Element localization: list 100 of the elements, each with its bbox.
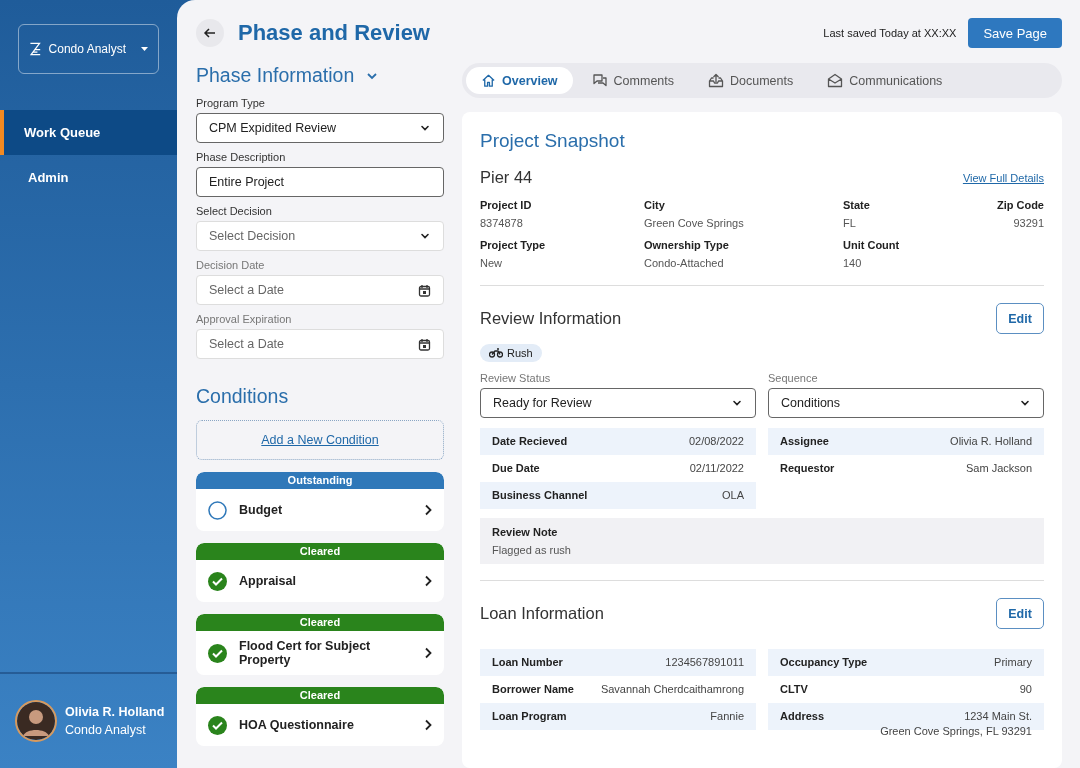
dropdown[interactable]: Conditions xyxy=(768,388,1044,418)
nav-item[interactable]: Admin xyxy=(0,155,177,200)
detail-value: Primary xyxy=(994,655,1032,670)
condition-card[interactable]: Cleared HOA Questionnaire xyxy=(196,687,444,746)
last-saved-text: Last saved Today at XX:XX xyxy=(823,27,957,39)
detail-value: Olivia R. Holland xyxy=(950,434,1032,449)
back-button[interactable] xyxy=(196,19,224,47)
fact-value: Condo-Attached xyxy=(644,257,725,269)
detail-label: Due Date xyxy=(492,461,540,476)
field-label: Sequence xyxy=(768,372,819,384)
dropdown[interactable]: Select Decision xyxy=(196,221,444,251)
user-name: Olivia R. Holland xyxy=(65,705,165,719)
fact-value: 140 xyxy=(843,257,863,269)
dropdown[interactable]: CPM Expidited Review xyxy=(196,113,444,143)
edit-button[interactable]: Edit xyxy=(996,598,1044,629)
detail-value: 90 xyxy=(1019,682,1032,697)
detail-label: CLTV xyxy=(780,682,808,697)
note-text: Flagged as rush xyxy=(492,544,572,556)
field-label: Program Type xyxy=(196,97,266,109)
detail-value: OLA xyxy=(722,488,744,503)
tab[interactable]: Comments xyxy=(576,67,690,94)
fact-value: FL xyxy=(843,217,857,229)
detail-label: Loan Program xyxy=(492,709,567,724)
detail-value: Fannie xyxy=(710,709,744,724)
calendar-icon xyxy=(418,337,431,351)
detail-label: Business Channel xyxy=(492,488,588,503)
condition-name: Budget xyxy=(239,503,284,517)
detail-value: Sam Jackson xyxy=(965,461,1032,476)
envelope-icon xyxy=(827,73,844,88)
chevron-right-icon xyxy=(424,575,432,587)
field-label: Select Decision xyxy=(196,205,273,217)
nav-item[interactable]: Work Queue xyxy=(0,110,177,155)
fact-value: 8374878 xyxy=(480,217,524,229)
status-band: Cleared xyxy=(196,543,444,560)
calendar-icon xyxy=(418,283,431,297)
note-label: Review Note xyxy=(492,526,559,538)
panel-title: Project Snapshot xyxy=(480,130,626,152)
avatar xyxy=(15,700,57,742)
fact-label: Zip Code xyxy=(996,199,1044,211)
chat-bubbles-icon xyxy=(591,73,608,88)
caret-icon xyxy=(141,46,148,52)
chevron-right-icon xyxy=(424,647,432,659)
detail-value: 02/11/2022 xyxy=(689,461,744,476)
tray-upload-icon xyxy=(708,73,725,88)
condition-name: Flood Cert for Subject Property xyxy=(239,639,372,667)
detail-label: Requestor xyxy=(780,461,835,476)
detail-label: Loan Number xyxy=(492,655,563,670)
project-name: Pier 44 xyxy=(480,168,533,187)
status-band: Cleared xyxy=(196,614,444,631)
edit-button[interactable]: Edit xyxy=(996,303,1044,334)
tab[interactable]: Overview xyxy=(466,67,573,94)
field-label: Decision Date xyxy=(196,259,266,271)
condition-card[interactable]: Cleared Appraisal xyxy=(196,543,444,602)
status-band: Outstanding xyxy=(196,472,444,489)
save-button[interactable]: Save Page xyxy=(968,18,1062,48)
condition-card[interactable]: Outstanding Budget xyxy=(196,472,444,531)
field-label: Approval Expiration xyxy=(196,313,293,325)
chevron-right-icon xyxy=(424,504,432,516)
detail-label: Borrower Name xyxy=(492,682,574,697)
detail-label: Occupancy Type xyxy=(780,655,868,670)
section-title: Loan Information xyxy=(480,604,604,623)
back-arrow-icon xyxy=(203,26,217,40)
field-label: Review Status xyxy=(480,372,552,384)
fact-value: New xyxy=(480,257,503,269)
date-field[interactable]: Select a Date xyxy=(196,275,444,305)
chevron-right-icon xyxy=(424,719,432,731)
detail-value: Savannah Cherdcaithamrong xyxy=(600,682,744,697)
dropdown[interactable]: Ready for Review xyxy=(480,388,756,418)
app-switcher[interactable]: Condo Analyst xyxy=(18,24,159,74)
detail-value: 02/08/2022 xyxy=(688,434,744,449)
status-band: Cleared xyxy=(196,687,444,704)
date-field[interactable]: Select a Date xyxy=(196,329,444,359)
fact-label: Project Type xyxy=(480,239,547,251)
condition-name: Appraisal xyxy=(239,574,297,588)
motorcycle-icon xyxy=(489,348,503,358)
field-label: Phase Description xyxy=(196,151,287,163)
fact-label: Project ID xyxy=(480,199,533,211)
fact-value: Green Cove Springs xyxy=(644,217,745,229)
section-title: Phase Information xyxy=(196,64,355,87)
detail-value: 1234 Main St. Green Cove Springs, FL 93291 xyxy=(880,709,1032,739)
detail-label: Assignee xyxy=(780,434,829,449)
add-condition-link[interactable]: Add a New Condition xyxy=(261,433,379,447)
fact-label: City xyxy=(644,199,666,211)
section-title: Conditions xyxy=(196,385,290,408)
page-title: Phase and Review xyxy=(238,20,430,46)
condition-card[interactable]: Cleared Flood Cert for Subject Property xyxy=(196,614,444,675)
tab[interactable]: Documents xyxy=(693,67,809,94)
home-icon xyxy=(481,73,496,88)
detail-label: Date Recieved xyxy=(492,434,568,449)
detail-label: Address xyxy=(780,709,825,724)
rush-tag: Rush xyxy=(480,344,542,362)
condition-name: HOA Questionnaire xyxy=(239,718,355,732)
fact-label: Unit Count xyxy=(843,239,901,251)
section-title: Review Information xyxy=(480,309,622,328)
details-link[interactable]: View Full Details xyxy=(962,171,1044,184)
fact-label: State xyxy=(843,199,871,211)
fact-label: Ownership Type xyxy=(644,239,730,251)
input-field[interactable]: Entire Project xyxy=(196,167,444,197)
tab[interactable]: Communications xyxy=(812,67,958,94)
detail-value: 1234567891011 xyxy=(665,655,744,670)
